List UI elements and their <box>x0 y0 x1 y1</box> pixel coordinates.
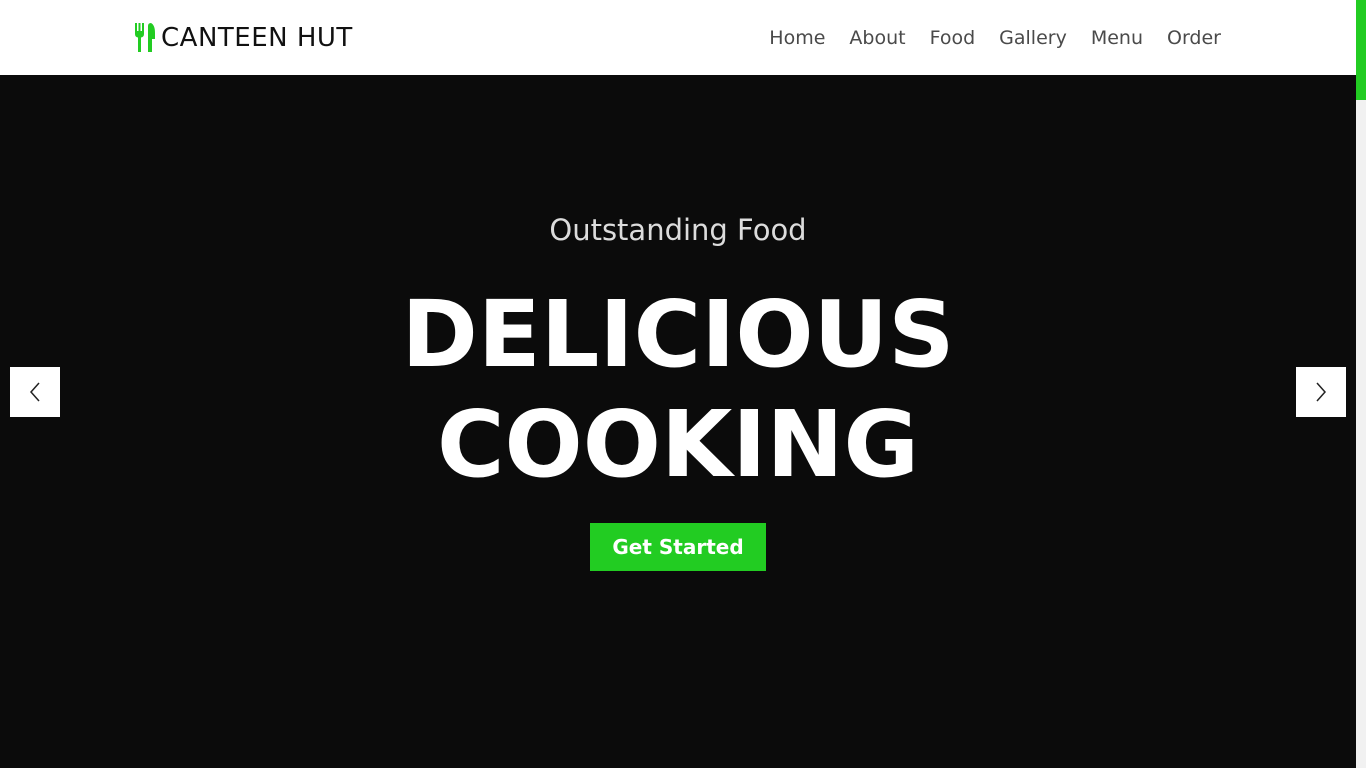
nav-item-about: About <box>849 24 905 52</box>
nav-item-order: Order <box>1167 24 1221 52</box>
brand-logo[interactable]: CANTEEN HUT <box>134 22 353 54</box>
hero-title-line-2: COOKING <box>437 391 919 498</box>
nav-link-home[interactable]: Home <box>769 24 825 52</box>
nav-item-home: Home <box>769 24 825 52</box>
nav-link-about[interactable]: About <box>849 24 905 52</box>
nav-link-menu[interactable]: Menu <box>1091 24 1143 52</box>
hero-title-line-1: DELICIOUS <box>401 281 955 388</box>
nav-item-food: Food <box>930 24 976 52</box>
nav-item-menu: Menu <box>1091 24 1143 52</box>
page-scrollbar[interactable] <box>1356 0 1366 768</box>
hero-title: DELICIOUS COOKING <box>0 280 1356 500</box>
chevron-right-icon <box>1316 382 1327 402</box>
hero-subtitle: Outstanding Food <box>549 213 807 247</box>
scrollbar-thumb[interactable] <box>1356 0 1366 100</box>
carousel-next-button[interactable] <box>1296 367 1346 417</box>
main-nav: Home About Food Gallery Menu Order <box>769 24 1221 52</box>
carousel-prev-button[interactable] <box>10 367 60 417</box>
nav-link-order[interactable]: Order <box>1167 24 1221 52</box>
site-header: CANTEEN HUT Home About Food Gallery Menu… <box>0 0 1356 75</box>
chevron-left-icon <box>29 382 40 402</box>
get-started-button[interactable]: Get Started <box>590 523 766 571</box>
brand-name: CANTEEN HUT <box>161 23 353 53</box>
fork-knife-icon <box>135 23 155 52</box>
nav-link-food[interactable]: Food <box>930 24 976 52</box>
nav-item-gallery: Gallery <box>999 24 1067 52</box>
hero-section: Outstanding Food DELICIOUS COOKING Get S… <box>0 75 1356 768</box>
nav-link-gallery[interactable]: Gallery <box>999 24 1067 52</box>
